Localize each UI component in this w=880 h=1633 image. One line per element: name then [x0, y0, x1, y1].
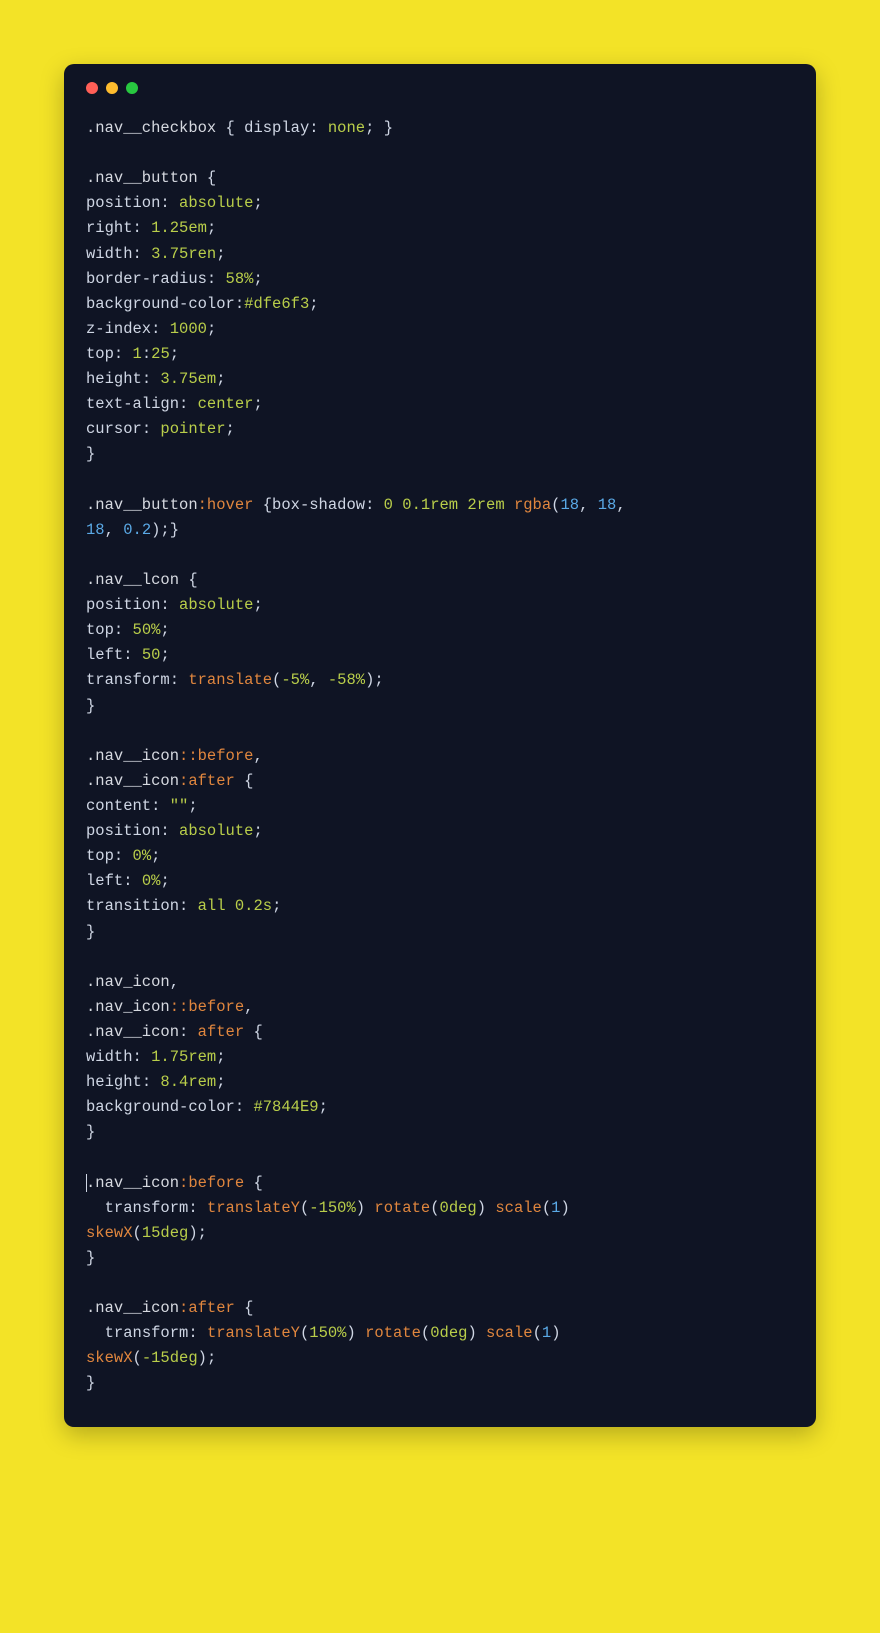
selector: .nav__icon [86, 1174, 179, 1192]
css-property: display [244, 119, 309, 137]
code-editor[interactable]: .nav__checkbox { display: none; } .nav__… [86, 116, 794, 1397]
css-function: translate [188, 671, 272, 689]
minimize-icon[interactable] [106, 82, 118, 94]
selector: .nav__icon [86, 1299, 179, 1317]
pseudo-element: ::before [179, 747, 253, 765]
selector: .nav__lcon [86, 571, 179, 589]
css-function: rgba [514, 496, 551, 514]
code-window: .nav__checkbox { display: none; } .nav__… [64, 64, 816, 1427]
zoom-icon[interactable] [126, 82, 138, 94]
selector: .nav__button [86, 496, 198, 514]
selector: .nav__checkbox [86, 119, 216, 137]
selector: .nav__icon [86, 747, 179, 765]
selector: .nav_icon [86, 973, 170, 991]
close-icon[interactable] [86, 82, 98, 94]
selector: .nav__button [86, 169, 198, 187]
window-controls [86, 82, 794, 94]
css-value: none [328, 119, 365, 137]
pseudo-class: :hover [198, 496, 254, 514]
